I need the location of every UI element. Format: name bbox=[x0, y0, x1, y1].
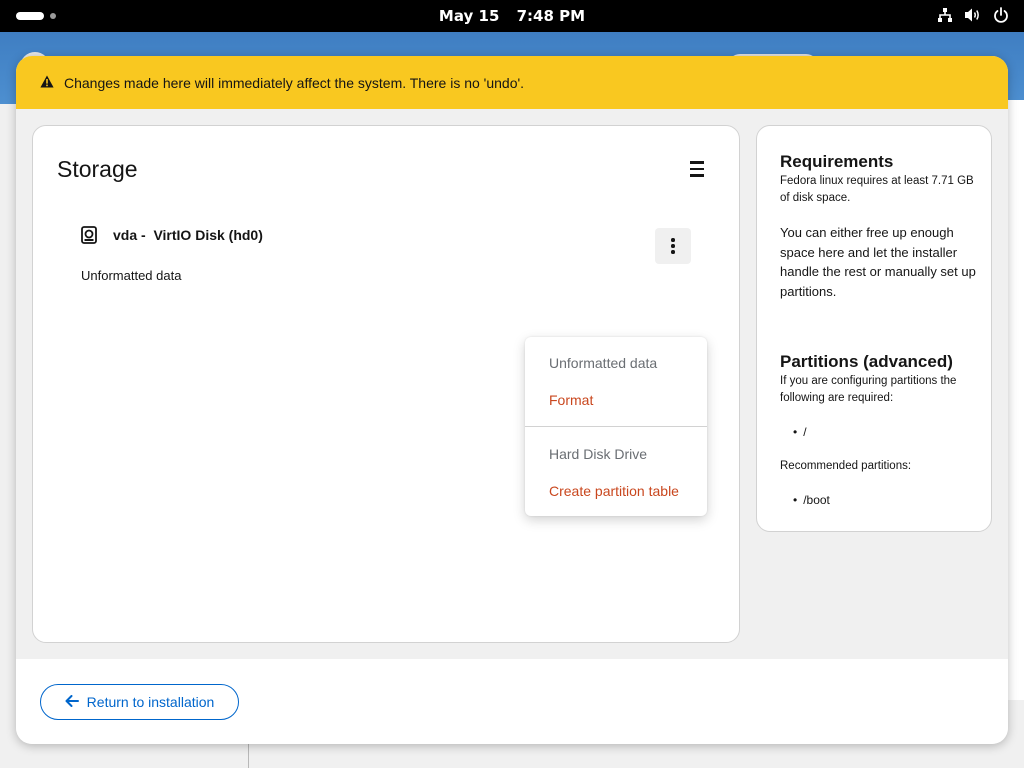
clock[interactable]: May 15 7:48 PM bbox=[0, 7, 1024, 25]
recommended-partition-item: /boot bbox=[793, 493, 830, 507]
clock-time: 7:48 PM bbox=[516, 7, 586, 25]
system-tray[interactable] bbox=[936, 6, 1010, 24]
requirements-summary: Fedora linux requires at least 7.71 GB o… bbox=[780, 175, 974, 204]
warning-text: Changes made here will immediately affec… bbox=[64, 74, 525, 91]
requirements-card: Requirements Fedora linux requires at le… bbox=[756, 125, 992, 532]
hard-disk-icon bbox=[81, 226, 97, 244]
disk-name: vda - VirtIO Disk (hd0) bbox=[113, 227, 263, 243]
storage-title: Storage bbox=[57, 156, 138, 182]
disk-row: vda - VirtIO Disk (hd0) bbox=[81, 226, 263, 244]
clock-date: May 15 bbox=[438, 7, 500, 25]
dialog-footer: Return to installation bbox=[16, 659, 1008, 744]
partitions-text: If you are configuring partitions the fo… bbox=[780, 375, 957, 404]
power-icon[interactable] bbox=[992, 6, 1010, 24]
create-partition-table-menu-item[interactable]: Create partition table bbox=[549, 483, 679, 499]
background-panel bbox=[1006, 100, 1024, 700]
storage-dialog: Changes made here will immediately affec… bbox=[16, 56, 1008, 744]
disk-actions-menu: Unformatted data Format Hard Disk Drive … bbox=[525, 337, 707, 516]
menu-divider bbox=[525, 426, 707, 427]
partitions-title: Partitions (advanced) bbox=[780, 352, 953, 371]
requirements-body: You can either free up enough space here… bbox=[780, 225, 976, 299]
warning-icon bbox=[40, 75, 54, 91]
return-to-installation-button[interactable]: Return to installation bbox=[40, 684, 239, 720]
warning-banner: Changes made here will immediately affec… bbox=[16, 56, 1008, 109]
network-icon[interactable] bbox=[936, 6, 954, 24]
disk-content-label: Unformatted data bbox=[81, 268, 182, 283]
format-menu-item[interactable]: Format bbox=[549, 392, 593, 408]
volume-icon[interactable] bbox=[964, 6, 982, 24]
return-to-installation-label: Return to installation bbox=[86, 694, 215, 710]
menu-group-title-hard-disk: Hard Disk Drive bbox=[549, 446, 648, 462]
hamburger-icon[interactable] bbox=[683, 158, 711, 180]
kebab-icon[interactable] bbox=[655, 228, 691, 264]
dialog-body: Storage vda - VirtIO Disk (hd0) Unformat… bbox=[16, 109, 1008, 659]
requirements-title: Requirements bbox=[780, 152, 894, 171]
recommended-label: Recommended partitions: bbox=[780, 460, 912, 472]
background-divider bbox=[248, 744, 249, 768]
menu-group-title-unformatted: Unformatted data bbox=[549, 355, 658, 371]
top-bar: May 15 7:48 PM bbox=[0, 0, 1024, 32]
arrow-left-icon bbox=[65, 694, 79, 710]
required-partition-item: / bbox=[793, 425, 806, 439]
storage-card: Storage vda - VirtIO Disk (hd0) Unformat… bbox=[32, 125, 740, 643]
